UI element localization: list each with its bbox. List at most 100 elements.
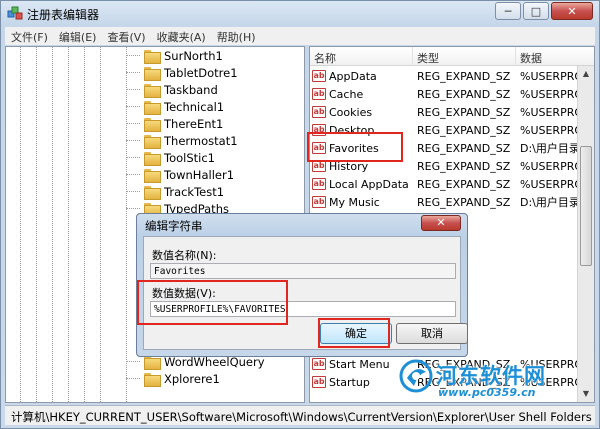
value-type: REG_EXPAND_SZ	[417, 105, 511, 119]
menu-edit[interactable]: 编辑(E)	[53, 27, 102, 45]
value-name-field: Favorites	[150, 263, 456, 279]
tree-item[interactable]: ToolStic1	[126, 149, 215, 166]
folder-icon	[144, 49, 161, 64]
value-type: REG_EXPAND_SZ	[417, 195, 511, 209]
list-header: 名称 类型 数据	[310, 47, 594, 66]
tree-item-label: ThereEnt1	[164, 116, 224, 131]
menu-bar: 文件(F) 编辑(E) 查看(V) 收藏夹(A) 帮助(H)	[5, 27, 595, 45]
value-name: Startup	[329, 375, 370, 389]
string-value-icon: ab	[312, 196, 326, 208]
value-name: Start Menu	[329, 357, 390, 371]
scroll-up-arrow-icon[interactable]: ▲	[581, 69, 591, 79]
cancel-button[interactable]: 取消	[396, 323, 468, 344]
maximize-button[interactable]: □	[523, 2, 549, 20]
value-name-label: 数值名称(N):	[152, 249, 217, 262]
string-value-icon: ab	[312, 124, 326, 136]
string-value-icon: ab	[312, 88, 326, 100]
value-name: Cookies	[329, 105, 373, 119]
value-name: Favorites	[329, 141, 379, 155]
value-row[interactable]: ab AppData REG_EXPAND_SZ %USERPROF	[310, 67, 594, 85]
value-name: Cache	[329, 87, 364, 101]
tree-item-label: ToolStic1	[164, 150, 215, 165]
tree-item-label: Technical1	[164, 99, 225, 114]
string-value-icon: ab	[312, 178, 326, 190]
edit-string-dialog: 编辑字符串 ✕ 数值名称(N): Favorites 数值数据(V): %USE…	[137, 214, 468, 356]
site-watermark: 河东软件网 www.pc0359.cn	[398, 356, 598, 404]
value-row[interactable]: ab Cookies REG_EXPAND_SZ %USERPROF	[310, 103, 594, 121]
ok-button[interactable]: 确定	[320, 323, 392, 344]
title-bar[interactable]: 注册表编辑器 ─ □ ✕	[1, 1, 599, 25]
tree-item-label: TrackTest1	[164, 184, 225, 199]
tree-item[interactable]: Thermostat1	[126, 132, 238, 149]
value-type: REG_EXPAND_SZ	[417, 69, 511, 83]
tree-item[interactable]: Taskband	[126, 81, 218, 98]
menu-file[interactable]: 文件(F)	[5, 27, 53, 45]
tree-item-label: Xplorere1	[164, 371, 220, 386]
value-type: REG_EXPAND_SZ	[417, 141, 511, 155]
scrollbar-thumb[interactable]	[580, 146, 592, 266]
folder-icon	[144, 66, 161, 81]
folder-icon	[144, 151, 161, 166]
menu-help[interactable]: 帮助(H)	[211, 27, 261, 45]
dialog-body: 数值名称(N): Favorites 数值数据(V): %USERPROFILE…	[143, 236, 468, 350]
value-data-input[interactable]: %USERPROFILE%\FAVORITES	[150, 301, 456, 317]
watermark-url: www.pc0359.cn	[438, 386, 536, 399]
tree-item-label: TownHaller1	[164, 167, 235, 182]
tree-item-label: Taskband	[164, 82, 218, 97]
folder-icon	[144, 185, 161, 200]
folder-icon	[144, 372, 161, 387]
window-title: 注册表编辑器	[27, 8, 100, 22]
value-row[interactable]: ab Desktop REG_EXPAND_SZ %USERPROF	[310, 121, 594, 139]
window-controls: ─ □ ✕	[493, 2, 593, 20]
column-header-data[interactable]: 数据	[516, 47, 594, 66]
tree-item[interactable]: TownHaller1	[126, 166, 234, 183]
string-value-icon: ab	[312, 70, 326, 82]
string-value-icon: ab	[312, 142, 326, 154]
minimize-button[interactable]: ─	[495, 2, 521, 20]
tree-item[interactable]: ThereEnt1	[126, 115, 223, 132]
registry-editor-icon	[7, 6, 23, 20]
tree-item-label: TabletDotre1	[164, 65, 238, 80]
vertical-scrollbar[interactable]: ▲ ▼	[577, 66, 594, 402]
menu-favorites[interactable]: 收藏夹(A)	[151, 27, 211, 45]
tree-item-label: Thermostat1	[164, 133, 238, 148]
value-row[interactable]: ab History REG_EXPAND_SZ %USERPROF	[310, 157, 594, 175]
tree-item[interactable]: Xplorere1	[126, 370, 220, 387]
value-type: REG_EXPAND_SZ	[417, 177, 511, 191]
dialog-title: 编辑字符串	[145, 219, 203, 233]
folder-icon	[144, 117, 161, 132]
tree-item-label: SurNorth1	[164, 48, 223, 63]
folder-icon	[144, 83, 161, 98]
value-name: AppData	[329, 69, 377, 83]
string-value-icon: ab	[312, 376, 326, 388]
menu-view[interactable]: 查看(V)	[101, 27, 150, 45]
dialog-close-button[interactable]: ✕	[421, 215, 461, 231]
value-data-label: 数值数据(V):	[152, 287, 216, 300]
column-header-name[interactable]: 名称	[310, 47, 413, 66]
tree-item[interactable]: TabletDotre1	[126, 64, 238, 81]
string-value-icon: ab	[312, 160, 326, 172]
value-type: REG_EXPAND_SZ	[417, 159, 511, 173]
string-value-icon: ab	[312, 106, 326, 118]
value-name: History	[329, 159, 369, 173]
value-name: Desktop	[329, 123, 375, 137]
tree-item[interactable]: Technical1	[126, 98, 224, 115]
folder-icon	[144, 355, 161, 370]
column-header-type[interactable]: 类型	[413, 47, 516, 66]
folder-icon	[144, 134, 161, 149]
close-button[interactable]: ✕	[551, 2, 593, 20]
value-row[interactable]: ab Cache REG_EXPAND_SZ %USERPROF	[310, 85, 594, 103]
folder-icon	[144, 168, 161, 183]
value-row[interactable]: ab Local AppData REG_EXPAND_SZ %USERPROF	[310, 175, 594, 193]
status-bar-path: 计算机\HKEY_CURRENT_USER\Software\Microsoft…	[5, 405, 595, 425]
value-row[interactable]: ab My Music REG_EXPAND_SZ D:\用户目录\	[310, 193, 594, 211]
tree-item[interactable]: TrackTest1	[126, 183, 224, 200]
watermark-logo-icon	[399, 359, 433, 393]
string-value-icon: ab	[312, 358, 326, 370]
folder-icon	[144, 100, 161, 115]
value-row-favorites[interactable]: ab Favorites REG_EXPAND_SZ D:\用户目录\	[310, 139, 594, 157]
value-name: My Music	[329, 195, 380, 209]
tree-item[interactable]: SurNorth1	[126, 47, 223, 64]
value-type: REG_EXPAND_SZ	[417, 87, 511, 101]
value-name: Local AppData	[329, 177, 409, 191]
